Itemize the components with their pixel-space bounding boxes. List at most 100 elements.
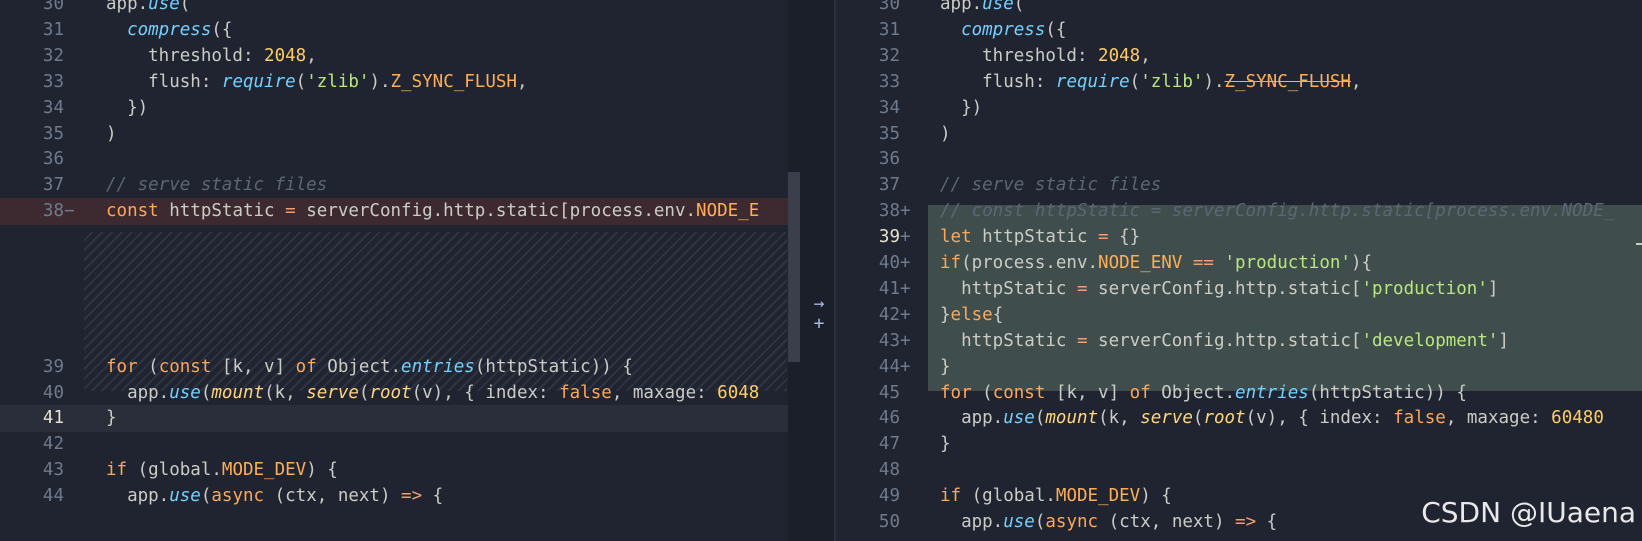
code-line[interactable]: 34 }) <box>836 95 1642 122</box>
added-marker: + <box>900 227 911 248</box>
code-text[interactable]: }) <box>940 95 1642 122</box>
line-number: 43 <box>878 330 900 351</box>
code-line[interactable]: 35) <box>836 121 1642 148</box>
line-number: 36 <box>42 149 64 170</box>
line-number: 37 <box>878 175 900 196</box>
code-text[interactable]: const httpStatic = serverConfig.http.sta… <box>106 198 788 225</box>
code-text[interactable]: } <box>940 431 1642 458</box>
added-marker: + <box>900 356 911 377</box>
code-line[interactable]: 46 app.use(mount(k, serve(root(v), { ind… <box>836 405 1642 432</box>
code-text[interactable]: threshold: 2048, <box>106 43 788 70</box>
code-line[interactable]: 44 app.use(async (ctx, next) => { <box>0 483 788 510</box>
code-text[interactable]: app.use(async (ctx, next) => { <box>106 483 788 510</box>
code-line[interactable]: 30 app.use( <box>836 0 1642 18</box>
line-number: 49 <box>878 486 900 507</box>
code-text[interactable]: // serve static files <box>940 172 1642 199</box>
code-line[interactable]: 31 compress({ <box>836 17 1642 44</box>
code-line[interactable]: 40 + if(process.env.NODE_ENV == 'productio… <box>836 250 1642 277</box>
code-text[interactable]: ) <box>940 121 1642 148</box>
line-number: 38 <box>878 201 900 222</box>
line-number: 50 <box>878 512 900 532</box>
code-text[interactable]: }else{ <box>940 302 1642 329</box>
code-line[interactable]: 30 app.use( <box>0 0 788 18</box>
code-text[interactable]: httpStatic = serverConfig.http.static['d… <box>940 328 1642 355</box>
revert-arrow-icon[interactable]: → <box>808 293 830 315</box>
added-marker: + <box>900 201 911 222</box>
code-line[interactable]: 38 + // const httpStatic = serverConfig.ht… <box>836 198 1642 225</box>
line-number: 39 <box>878 227 900 248</box>
code-line[interactable]: 38− const httpStatic = serverConfig.http.… <box>0 198 788 226</box>
code-line[interactable]: 43 + httpStatic = serverConfig.http.stati… <box>836 328 1642 355</box>
code-text[interactable]: app.use( <box>106 0 788 18</box>
line-number: 32 <box>878 45 900 66</box>
line-number: 34 <box>42 97 64 118</box>
code-line[interactable]: 42 <box>0 431 788 458</box>
code-text[interactable]: threshold: 2048, <box>940 43 1642 70</box>
line-number: 44 <box>878 356 900 377</box>
code-line[interactable]: 43 if (global.MODE_DEV) { <box>0 457 788 484</box>
code-line[interactable]: 31 compress({ <box>0 17 788 44</box>
line-number: 42 <box>42 434 64 455</box>
code-text[interactable]: compress({ <box>106 17 788 44</box>
code-text[interactable]: app.use(mount(k, serve(root(v), { index:… <box>106 380 788 407</box>
line-number: 43 <box>42 460 64 481</box>
code-text[interactable]: app.use(mount(k, serve(root(v), { index:… <box>940 405 1642 432</box>
code-line[interactable]: 36 <box>836 146 1642 173</box>
code-text[interactable]: // const httpStatic = serverConfig.http.… <box>940 198 1642 225</box>
code-text[interactable]: app.use( <box>940 0 1642 18</box>
left-scrollbar-thumb[interactable] <box>788 172 800 362</box>
line-number: 40 <box>42 382 64 403</box>
code-text[interactable]: for (const [k, v] of Object.entries(http… <box>106 354 788 381</box>
code-line[interactable]: 41} <box>0 405 788 433</box>
code-text[interactable]: ) <box>106 121 788 148</box>
code-line[interactable]: 36 <box>0 146 788 173</box>
line-number: 31 <box>878 19 900 40</box>
code-line[interactable]: 37 // serve static files <box>0 172 788 199</box>
right-diff-pane[interactable]: 30 app.use(31 compress({32 threshold: 204… <box>836 0 1642 541</box>
code-text[interactable]: flush: require('zlib').Z_SYNC_FLUSH, <box>940 69 1642 96</box>
line-number: 32 <box>42 45 64 66</box>
line-number: 39 <box>42 356 64 377</box>
code-text[interactable]: // serve static files <box>106 172 788 199</box>
code-line[interactable]: 44 +} <box>836 354 1642 381</box>
code-text[interactable]: let httpStatic = {} <box>940 224 1642 251</box>
line-number: 30 <box>42 0 64 14</box>
code-text[interactable]: if (global.MODE_DEV) { <box>106 457 788 484</box>
line-number: 30 <box>878 0 900 14</box>
code-line[interactable]: 37 // serve static files <box>836 172 1642 199</box>
added-marker: + <box>900 304 911 325</box>
code-line[interactable]: 34 }) <box>0 95 788 122</box>
added-marker: + <box>900 253 911 273</box>
code-text[interactable]: } <box>106 405 788 432</box>
code-text[interactable]: flush: require('zlib').Z_SYNC_FLUSH, <box>106 69 788 96</box>
code-text[interactable]: for (const [k, v] of Object.entries(http… <box>940 380 1642 407</box>
code-line[interactable]: 39 for (const [k, v] of Object.entries(ht… <box>0 354 788 381</box>
code-text[interactable]: }) <box>106 95 788 122</box>
code-line[interactable]: 45 for (const [k, v] of Object.entries(ht… <box>836 380 1642 407</box>
code-line[interactable]: 47} <box>836 431 1642 458</box>
line-number: 33 <box>878 71 900 92</box>
code-line[interactable]: 41 + httpStatic = serverConfig.http.stati… <box>836 276 1642 303</box>
line-number: 31 <box>42 19 64 40</box>
code-line[interactable]: 39 + let httpStatic = {} <box>836 224 1642 251</box>
plus-icon[interactable]: + <box>808 313 830 335</box>
deleted-marker: − <box>64 201 75 222</box>
code-line[interactable]: 32 threshold: 2048, <box>0 43 788 70</box>
line-number: 35 <box>42 123 64 144</box>
code-text[interactable]: compress({ <box>940 17 1642 44</box>
code-text[interactable]: httpStatic = serverConfig.http.static['p… <box>940 276 1642 303</box>
code-line[interactable]: 33 flush: require('zlib').Z_SYNC_FLUSH, <box>836 69 1642 96</box>
code-line[interactable]: 33 flush: require('zlib').Z_SYNC_FLUSH, <box>0 69 788 96</box>
code-text[interactable]: } <box>940 354 1642 381</box>
left-diff-pane[interactable]: 30 app.use(31 compress({32 threshold: 204… <box>0 0 788 541</box>
code-line[interactable]: 48 <box>836 457 1642 484</box>
line-number: 33 <box>42 71 64 92</box>
line-number: 41 <box>42 408 64 429</box>
code-text[interactable]: if(process.env.NODE_ENV == 'production')… <box>940 250 1642 277</box>
code-line[interactable]: 32 threshold: 2048, <box>836 43 1642 70</box>
code-line[interactable]: 42 +}else{ <box>836 302 1642 329</box>
code-line[interactable]: 40 app.use(mount(k, serve(root(v), { ind… <box>0 380 788 407</box>
line-number: 37 <box>42 175 64 196</box>
line-number: 44 <box>42 486 64 507</box>
code-line[interactable]: 35) <box>0 121 788 148</box>
